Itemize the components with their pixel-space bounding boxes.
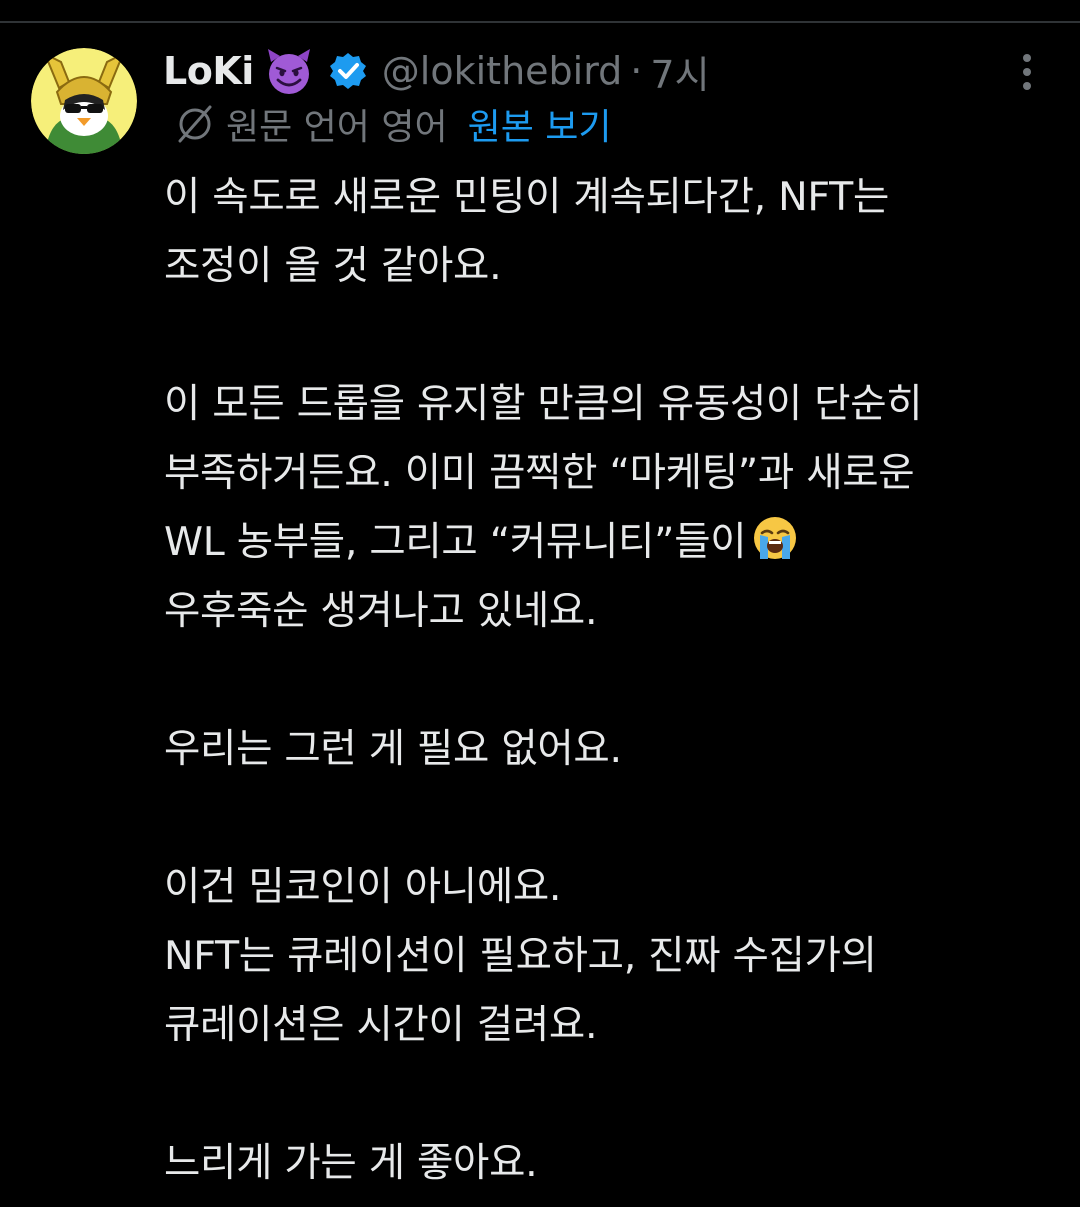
tweet-text-line: 느리게 가는 게 좋아요.	[164, 1140, 538, 1186]
more-vertical-icon	[1023, 54, 1031, 90]
verified-badge-icon[interactable]	[328, 51, 368, 91]
tweet-text-line: 이 속도로 새로운 민팅이 계속되다간, NFT는	[164, 174, 889, 220]
tweet-text-line: 우후죽순 생겨나고 있네요.	[164, 588, 598, 634]
tweet-text-line: NFT는 큐레이션이 필요하고, 진짜 수집가의	[164, 933, 877, 979]
more-options-button[interactable]	[1012, 50, 1042, 94]
show-original-link[interactable]: 원본 보기	[468, 98, 612, 150]
author-handle[interactable]: @lokithebird	[382, 49, 623, 93]
tweet-text-line: 우리는 그런 게 필요 없어요.	[164, 726, 622, 772]
loudly-crying-face-icon	[754, 517, 797, 559]
tweet-timestamp[interactable]: 7시	[650, 44, 709, 99]
penguin-avatar-image	[31, 48, 137, 154]
tweet-text-line: 이 모든 드롭을 유지할 만큼의 유동성이 단순히	[164, 381, 923, 427]
tweet-text-line: 이건 밈코인이 아니에요.	[164, 864, 562, 910]
tweet-text: 이 속도로 새로운 민팅이 계속되다간, NFT는 조정이 올 것 같아요. 이…	[164, 163, 1064, 1198]
tweet-text-fragment: WL 농부들, 그리고 “커뮤니티”들이	[164, 519, 747, 565]
smiling-face-with-horns-icon	[267, 49, 310, 94]
translate-icon	[178, 105, 212, 143]
tweet-text-line: 큐레이션은 시간이 걸려요.	[164, 1002, 598, 1048]
author-avatar[interactable]	[31, 48, 137, 154]
tweet-text-line: 조정이 올 것 같아요.	[164, 243, 502, 289]
tweet-text-line-with-emoji: WL 농부들, 그리고 “커뮤니티”들이	[164, 508, 1064, 577]
separator-dot: ·	[630, 49, 643, 93]
tweet-header: LoKi @lokithebird · 7시	[163, 44, 710, 98]
top-divider	[0, 21, 1080, 23]
author-display-name[interactable]: LoKi	[163, 49, 254, 93]
translation-note: 원문 언어 영어	[226, 107, 448, 148]
translation-bar: 원문 언어 영어 원본 보기	[172, 98, 612, 150]
tweet-text-line: 부족하거든요. 이미 끔찍한 “마케팅”과 새로운	[164, 450, 915, 496]
